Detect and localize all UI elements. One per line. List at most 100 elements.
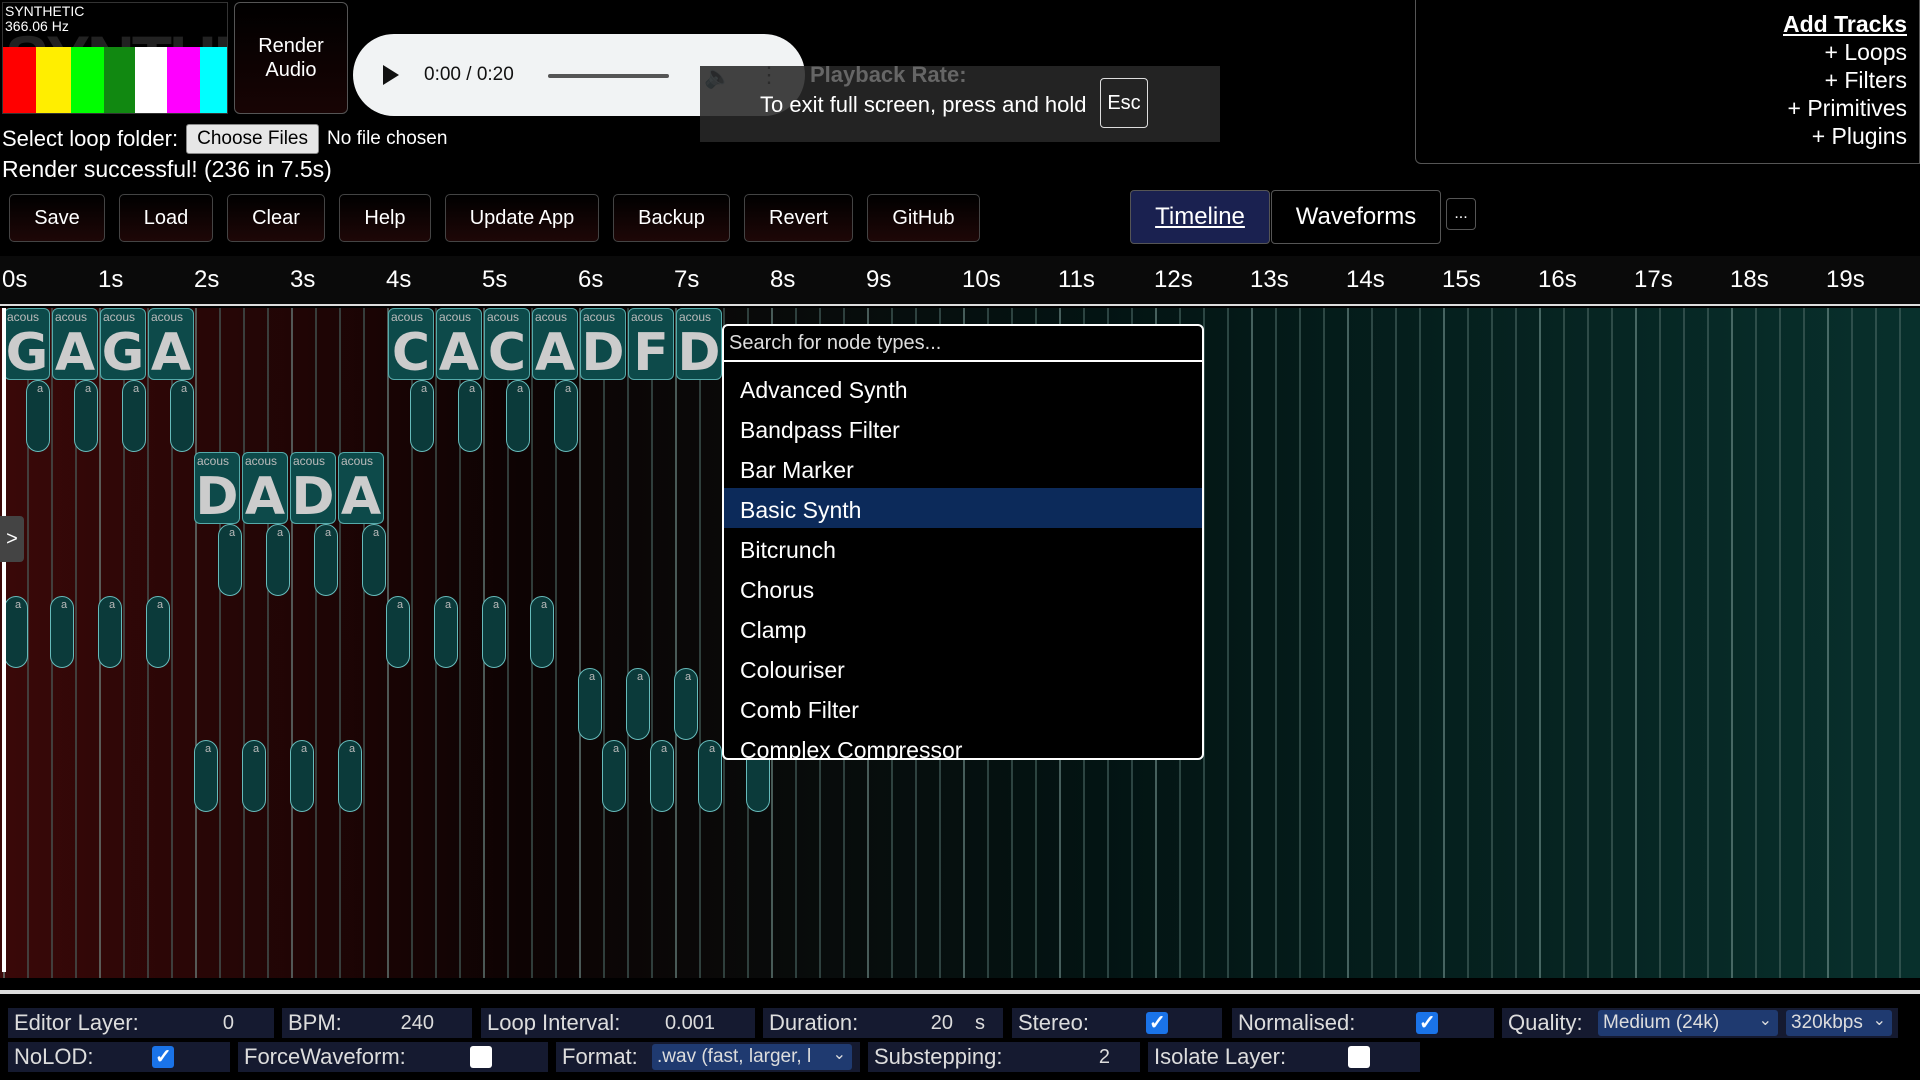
editor-layer-value[interactable]: 0	[223, 1008, 234, 1038]
choose-files-button[interactable]: Choose Files	[186, 124, 319, 154]
clip-segment[interactable]: a	[4, 596, 28, 668]
clip-segment[interactable]: a	[578, 668, 602, 740]
clip-segment[interactable]: a	[26, 380, 50, 452]
clip-segment[interactable]: a	[506, 380, 530, 452]
clip-segment[interactable]: a	[530, 596, 554, 668]
audio-clip[interactable]: acous A	[436, 308, 482, 380]
audio-clip[interactable]: acous A	[52, 308, 98, 380]
clip-segment[interactable]: a	[434, 596, 458, 668]
editor-layer-field[interactable]: Editor Layer: 0	[8, 1008, 274, 1038]
node-type-option[interactable]: Bar Marker	[724, 448, 1202, 488]
audio-clip[interactable]: acous D	[194, 452, 240, 524]
clip-segment[interactable]: a	[98, 596, 122, 668]
audio-clip[interactable]: acous C	[484, 308, 530, 380]
tab-timeline[interactable]: Timeline	[1130, 190, 1270, 244]
backup-button[interactable]: Backup	[613, 194, 730, 242]
clip-segment[interactable]: a	[242, 740, 266, 812]
audio-clip[interactable]: acous G	[4, 308, 50, 380]
bpm-field[interactable]: BPM: 240	[282, 1008, 472, 1038]
bpm-value[interactable]: 240	[401, 1008, 434, 1038]
node-search-input[interactable]: Search for node types...	[724, 326, 1202, 362]
loop-interval-field[interactable]: Loop Interval: 0.001	[481, 1008, 755, 1038]
add-loops-link[interactable]: + Loops	[1416, 38, 1908, 66]
update-app-button[interactable]: Update App	[445, 194, 599, 242]
time-ruler[interactable]: 0s 1s 2s 3s 4s 5s 6s 7s 8s 9s 10s 11s 12s 13s 14s 15s 16…	[0, 256, 1920, 306]
normalised-checkbox[interactable]	[1416, 1010, 1438, 1035]
clip-segment[interactable]: a	[386, 596, 410, 668]
audio-clip[interactable]: acous A	[338, 452, 384, 524]
duration-field[interactable]: Duration: 20 s	[763, 1008, 1003, 1038]
node-type-option[interactable]: Advanced Synth	[724, 368, 1202, 408]
clip-segment[interactable]: a	[410, 380, 434, 452]
audio-clip[interactable]: acous A	[148, 308, 194, 380]
clip-segment[interactable]: a	[146, 596, 170, 668]
substepping-value[interactable]: 2	[1099, 1042, 1110, 1072]
clip-segment[interactable]: a	[698, 740, 722, 812]
github-button[interactable]: GitHub	[867, 194, 980, 242]
play-icon[interactable]	[383, 65, 399, 85]
clip-segment[interactable]: a	[74, 380, 98, 452]
node-type-option[interactable]: Clamp	[724, 608, 1202, 648]
player-progress-bar[interactable]	[548, 74, 669, 78]
force-waveform-checkbox[interactable]	[470, 1046, 492, 1068]
tab-more-button[interactable]: ...	[1446, 198, 1476, 230]
save-button[interactable]: Save	[9, 194, 105, 242]
tab-waveforms[interactable]: Waveforms	[1271, 190, 1441, 244]
clip-segment[interactable]: a	[602, 740, 626, 812]
clip-segment[interactable]: a	[314, 524, 338, 596]
clip-segment[interactable]: a	[290, 740, 314, 812]
audio-clip[interactable]: acous D	[676, 308, 722, 380]
audio-clip[interactable]: acous A	[532, 308, 578, 380]
load-button[interactable]: Load	[119, 194, 213, 242]
audio-clip[interactable]: acous D	[290, 452, 336, 524]
node-type-option[interactable]: Complex Compressor	[724, 728, 1202, 758]
clip-segment[interactable]: a	[362, 524, 386, 596]
clear-button[interactable]: Clear	[227, 194, 325, 242]
format-select[interactable]: .wav (fast, larger, l ⌄	[652, 1044, 852, 1070]
node-type-option[interactable]: Bitcrunch	[724, 528, 1202, 568]
audio-clip[interactable]: acous D	[580, 308, 626, 380]
node-type-option[interactable]: Colouriser	[724, 648, 1202, 688]
clip-segment[interactable]: a	[266, 524, 290, 596]
node-type-option[interactable]: Chorus	[724, 568, 1202, 608]
sidebar-toggle-button[interactable]: >	[0, 516, 24, 562]
help-button[interactable]: Help	[339, 194, 431, 242]
substepping-field[interactable]: Substepping: 2	[868, 1042, 1140, 1072]
chevron-down-icon: ⌄	[1872, 1012, 1886, 1029]
audio-clip[interactable]: acous F	[628, 308, 674, 380]
clip-segment[interactable]: a	[218, 524, 242, 596]
nolod-checkbox[interactable]	[152, 1044, 174, 1069]
clip-segment[interactable]: a	[194, 740, 218, 812]
add-plugins-link[interactable]: + Plugins	[1416, 122, 1907, 150]
add-filters-link[interactable]: + Filters	[1416, 66, 1907, 94]
revert-button[interactable]: Revert	[744, 194, 853, 242]
visualizer-bar	[3, 47, 37, 113]
node-type-option[interactable]: Comb Filter	[724, 688, 1202, 728]
stereo-checkbox[interactable]	[1146, 1010, 1168, 1035]
audio-clip[interactable]: acous C	[388, 308, 434, 380]
audio-clip[interactable]: acous G	[100, 308, 146, 380]
clip-segment[interactable]: a	[122, 380, 146, 452]
clip-segment[interactable]: a	[554, 380, 578, 452]
clip-segment[interactable]: a	[50, 596, 74, 668]
add-tracks-heading[interactable]: Add Tracks	[1416, 10, 1907, 38]
quality-label: Quality:	[1508, 1010, 1583, 1035]
clip-segment[interactable]: a	[170, 380, 194, 452]
render-audio-button[interactable]: Render Audio	[234, 2, 348, 114]
node-type-option[interactable]: Basic Synth	[724, 488, 1202, 528]
node-type-option[interactable]: Bandpass Filter	[724, 408, 1202, 448]
clip-segment[interactable]: a	[458, 380, 482, 452]
clip-segment[interactable]: a	[674, 668, 698, 740]
loop-interval-value[interactable]: 0.001	[665, 1008, 715, 1038]
clip-segment[interactable]: a	[338, 740, 362, 812]
audio-clip[interactable]: acous A	[242, 452, 288, 524]
quality-select[interactable]: Medium (24k) ⌄	[1598, 1010, 1778, 1036]
clip-segment[interactable]: a	[482, 596, 506, 668]
add-primitives-link[interactable]: + Primitives	[1416, 94, 1908, 122]
clip-segment[interactable]: a	[650, 740, 674, 812]
isolate-layer-checkbox[interactable]	[1348, 1046, 1370, 1068]
duration-value[interactable]: 20	[931, 1008, 953, 1038]
playhead[interactable]	[2, 308, 6, 972]
bitrate-select[interactable]: 320kbps ⌄	[1786, 1010, 1892, 1036]
clip-segment[interactable]: a	[626, 668, 650, 740]
